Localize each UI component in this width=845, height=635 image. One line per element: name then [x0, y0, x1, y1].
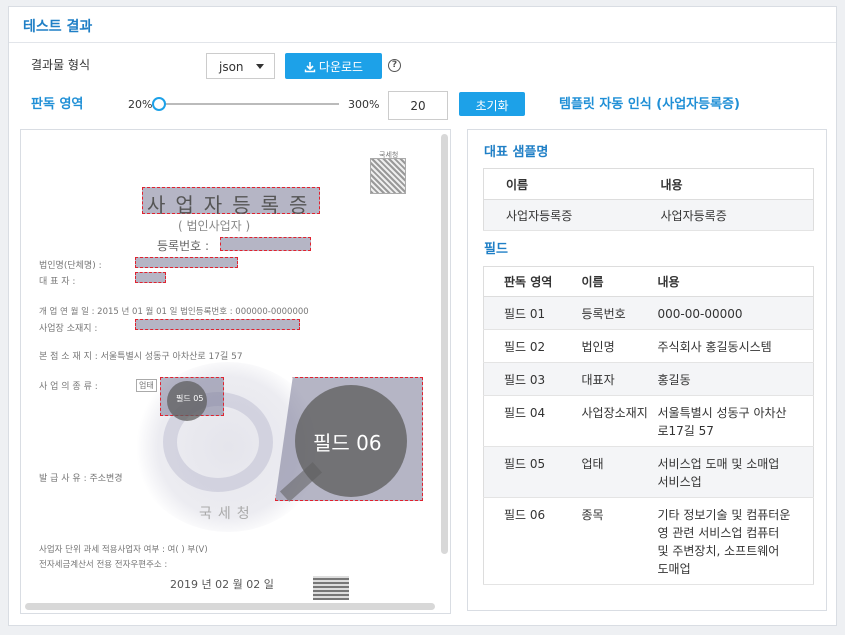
slider-max-label: 300%	[348, 98, 380, 111]
doc-row-8: 전자세금계산서 전용 전자우편주소 :	[39, 560, 168, 570]
result-pane[interactable]: 대표 샘플명 이름 내용 사업자등록증 사업자등록증 필드 판독 영역 이름 내…	[467, 129, 827, 611]
field-name: 법인명	[569, 329, 658, 363]
rep-cell-name: 사업자등록증	[483, 199, 639, 231]
field-name: 등록번호	[569, 296, 658, 330]
table-row[interactable]: 필드 06 종목 기타 정보기술 및 컴퓨터운영 관련 서비스업 컴퓨터 및 주…	[483, 497, 814, 585]
doc-row-4: 본 점 소 재 지 : 서울특별시 성동구 아차산로 17길 57	[39, 352, 243, 362]
document-image: 국세청 사업자등록증 ( 법인사업자 ) 등록번호 : 법인명(단체명) : 대…	[21, 130, 439, 600]
field-content: 서울특별시 성동구 아차산로17길 57	[657, 395, 814, 447]
fields-header-content: 내용	[657, 266, 814, 297]
doc-date: 2019 년 02 월 02 일	[170, 578, 274, 591]
field-region: 필드 04	[483, 395, 570, 447]
doc-title: 사업자등록증	[147, 193, 318, 217]
representative-title: 대표 샘플명	[484, 145, 549, 160]
doc-row-1: 대 표 자 :	[39, 277, 76, 287]
field06-label: 필드 06	[313, 431, 382, 455]
field-region: 필드 03	[483, 362, 570, 396]
format-selected: json	[219, 60, 244, 74]
fields-table: 판독 영역 이름 내용 필드 01 등록번호 000-00-00000 필드 0…	[483, 266, 814, 585]
table-row[interactable]: 필드 02 법인명 주식회사 홍길동시스템	[483, 329, 814, 363]
field03-box	[135, 272, 166, 283]
field-content: 기타 정보기술 및 컴퓨터운영 관련 서비스업 컴퓨터 및 주변장치, 소프트웨…	[657, 497, 814, 585]
chevron-down-icon	[256, 64, 264, 69]
viewer-horizontal-scrollbar[interactable]	[25, 603, 435, 610]
field-region: 필드 06	[483, 497, 570, 585]
field-content: 서비스업 도매 및 소매업 서비스업	[657, 446, 814, 498]
format-label: 결과물 형식	[31, 58, 91, 72]
format-select[interactable]: json	[206, 53, 275, 79]
doc-small-badge: 업태	[136, 379, 157, 392]
doc-row-6: 발 급 사 유 : 주소변경	[39, 474, 123, 484]
fields-title: 필드	[484, 242, 508, 257]
rep-header-name: 이름	[483, 168, 639, 200]
rep-cell-content: 사업자등록증	[638, 199, 814, 231]
rep-header-content: 내용	[638, 168, 814, 200]
seal-text: 국세청	[199, 506, 256, 522]
qr-code	[370, 158, 406, 194]
representative-table: 이름 내용 사업자등록증 사업자등록증	[483, 168, 814, 231]
test-result-panel: 테스트 결과 결과물 형식 json 다운로드 ? 판독 영역 20% 300%…	[8, 6, 837, 626]
fields-header-region: 판독 영역	[483, 266, 570, 297]
panel-title: 테스트 결과	[9, 7, 836, 43]
doc-row-0: 법인명(단체명) :	[39, 261, 102, 271]
download-button[interactable]: 다운로드	[285, 53, 382, 79]
auto-template-label: 템플릿 자동 인식 (사업자등록증)	[559, 97, 740, 112]
field-region: 필드 02	[483, 329, 570, 363]
download-icon	[304, 62, 316, 73]
help-icon[interactable]: ?	[388, 59, 401, 72]
slider-min-label: 20%	[128, 98, 153, 111]
field-content: 홍길동	[657, 362, 814, 396]
download-label: 다운로드	[318, 60, 364, 74]
qr-label: 국세청	[379, 151, 399, 159]
doc-row-3: 사업장 소재지 :	[39, 324, 98, 334]
field05-label: 필드 05	[176, 394, 204, 403]
field-name: 대표자	[569, 362, 658, 396]
field04-box	[135, 319, 300, 330]
reset-button[interactable]: 초기화	[459, 92, 525, 116]
region-label: 판독 영역	[31, 97, 84, 112]
doc-row-7: 사업자 단위 과세 적용사업자 여부 : 여( ) 부(V)	[39, 545, 208, 555]
zoom-slider-track[interactable]	[159, 103, 339, 105]
zoom-input[interactable]: 20	[388, 91, 448, 120]
doc-row-2: 개 업 연 월 일 : 2015 년 01 월 01 일 법인등록번호 : 00…	[39, 307, 309, 317]
viewer-vertical-scrollbar[interactable]	[441, 134, 448, 554]
field-name: 사업장소재지	[569, 395, 658, 447]
fields-header-name: 이름	[569, 266, 658, 297]
doc-regno-label: 등록번호 :	[157, 239, 210, 253]
field-region: 필드 05	[483, 446, 570, 498]
field-region: 필드 01	[483, 296, 570, 330]
doc-subtitle: ( 법인사업자 )	[178, 219, 251, 233]
stamp-mark	[313, 576, 349, 600]
field-name: 종목	[569, 497, 658, 585]
doc-row-5: 사 업 의 종 류 :	[39, 382, 98, 392]
table-row[interactable]: 필드 01 등록번호 000-00-00000	[483, 296, 814, 330]
table-row: 사업자등록증 사업자등록증	[483, 199, 814, 231]
table-row[interactable]: 필드 04 사업장소재지 서울특별시 성동구 아차산로17길 57	[483, 395, 814, 447]
table-row[interactable]: 필드 05 업태 서비스업 도매 및 소매업 서비스업	[483, 446, 814, 498]
field-content: 000-00-00000	[657, 296, 814, 330]
field-name: 업태	[569, 446, 658, 498]
document-viewer[interactable]: 국세청 사업자등록증 ( 법인사업자 ) 등록번호 : 법인명(단체명) : 대…	[20, 129, 451, 614]
field-content: 주식회사 홍길동시스템	[657, 329, 814, 363]
field02-box	[135, 257, 238, 268]
zoom-slider-thumb[interactable]	[152, 97, 166, 111]
field01-box	[220, 237, 311, 251]
table-row[interactable]: 필드 03 대표자 홍길동	[483, 362, 814, 396]
